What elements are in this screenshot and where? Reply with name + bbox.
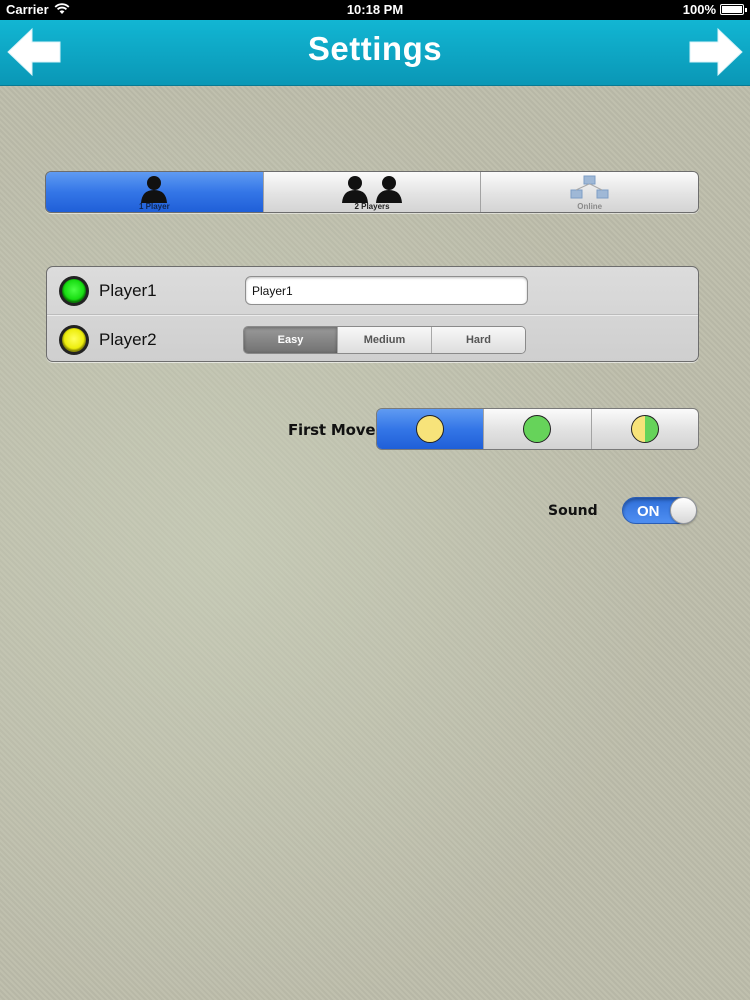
forward-arrow-icon[interactable] bbox=[688, 27, 744, 77]
tab-2-players-label: 2 Players bbox=[354, 202, 390, 211]
green-circle-icon bbox=[523, 415, 552, 443]
first-move-green-option[interactable] bbox=[483, 409, 591, 449]
sound-toggle-state: ON bbox=[637, 503, 660, 520]
difficulty-medium-button[interactable]: Medium bbox=[337, 327, 431, 353]
difficulty-selector: Easy Medium Hard bbox=[243, 326, 526, 354]
sound-toggle[interactable]: ON bbox=[622, 497, 697, 524]
tab-online-label: Online bbox=[577, 202, 603, 211]
first-move-label: First Move bbox=[288, 421, 376, 439]
player1-name-input[interactable] bbox=[245, 276, 528, 305]
status-bar: Carrier 10:18 PM 100% bbox=[0, 0, 750, 20]
player2-row: Player2 Easy Medium Hard bbox=[47, 315, 698, 363]
player1-name: Player1 bbox=[99, 281, 157, 300]
tab-1-player-label: 1 Player bbox=[138, 202, 170, 211]
yellow-circle-icon bbox=[416, 415, 445, 443]
battery-icon bbox=[720, 4, 747, 15]
toggle-knob bbox=[670, 497, 697, 524]
player2-name: Player2 bbox=[99, 330, 157, 349]
player1-row: Player1 bbox=[47, 267, 698, 315]
players-panel: Player1 Player2 Easy Medium Hard bbox=[46, 266, 699, 362]
battery-percent: 100% bbox=[682, 2, 716, 17]
navigation-bar: Settings bbox=[0, 20, 750, 86]
single-player-icon bbox=[141, 176, 168, 203]
tab-1-player[interactable]: 1 Player bbox=[46, 172, 263, 212]
game-mode-selector: 1 Player 2 Players Online bbox=[45, 171, 699, 213]
first-move-selector bbox=[376, 408, 699, 450]
network-icon bbox=[570, 175, 609, 199]
page-title: Settings bbox=[307, 30, 443, 67]
yellow-player-marker-icon bbox=[59, 325, 89, 355]
first-move-random-option[interactable] bbox=[590, 409, 698, 449]
tab-2-players[interactable]: 2 Players bbox=[262, 172, 481, 212]
sound-label: Sound bbox=[548, 503, 598, 519]
green-player-marker-icon bbox=[59, 276, 89, 306]
tab-online[interactable]: Online bbox=[480, 172, 698, 212]
difficulty-hard-button[interactable]: Hard bbox=[431, 327, 525, 353]
difficulty-easy-button[interactable]: Easy bbox=[244, 327, 337, 353]
status-time: 10:18 PM bbox=[346, 2, 404, 17]
first-move-yellow-option[interactable] bbox=[377, 409, 484, 449]
half-yellow-green-circle-icon bbox=[630, 415, 659, 443]
two-players-icon bbox=[342, 176, 402, 203]
